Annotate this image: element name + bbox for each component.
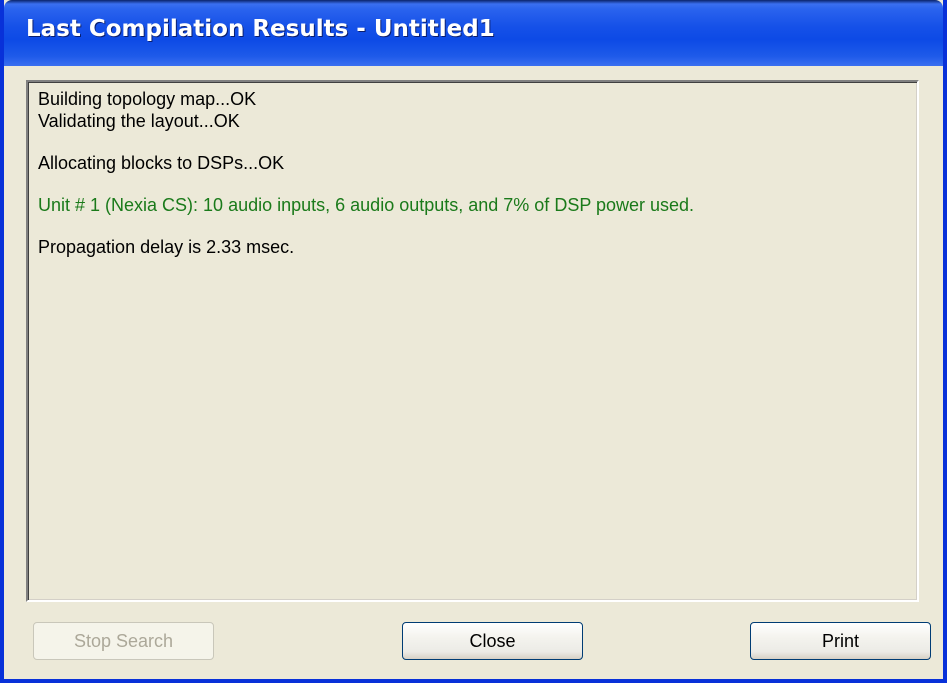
title-bar[interactable]: Last Compilation Results - Untitled1 [4,0,943,66]
close-button[interactable]: Close [402,622,583,660]
log-line-propagation-delay: Propagation delay is 2.33 msec. [38,237,295,257]
compilation-log[interactable]: Building topology map...OK Validating th… [26,80,919,602]
window-title: Last Compilation Results - Untitled1 [26,16,495,42]
log-line-allocating: Allocating blocks to DSPs...OK [38,153,285,173]
compilation-results-dialog: Last Compilation Results - Untitled1 Bui… [0,0,947,683]
log-line-validating: Validating the layout...OK [38,111,240,131]
log-line-blank [38,132,907,152]
print-button[interactable]: Print [750,622,931,660]
dialog-client-area: Building topology map...OK Validating th… [4,66,943,679]
stop-search-button[interactable]: Stop Search [33,622,214,660]
log-line-topology: Building topology map...OK [38,89,257,109]
log-line-unit-summary: Unit # 1 (Nexia CS): 10 audio inputs, 6 … [38,195,695,215]
log-line-blank [38,216,907,236]
log-line-blank [38,174,907,194]
